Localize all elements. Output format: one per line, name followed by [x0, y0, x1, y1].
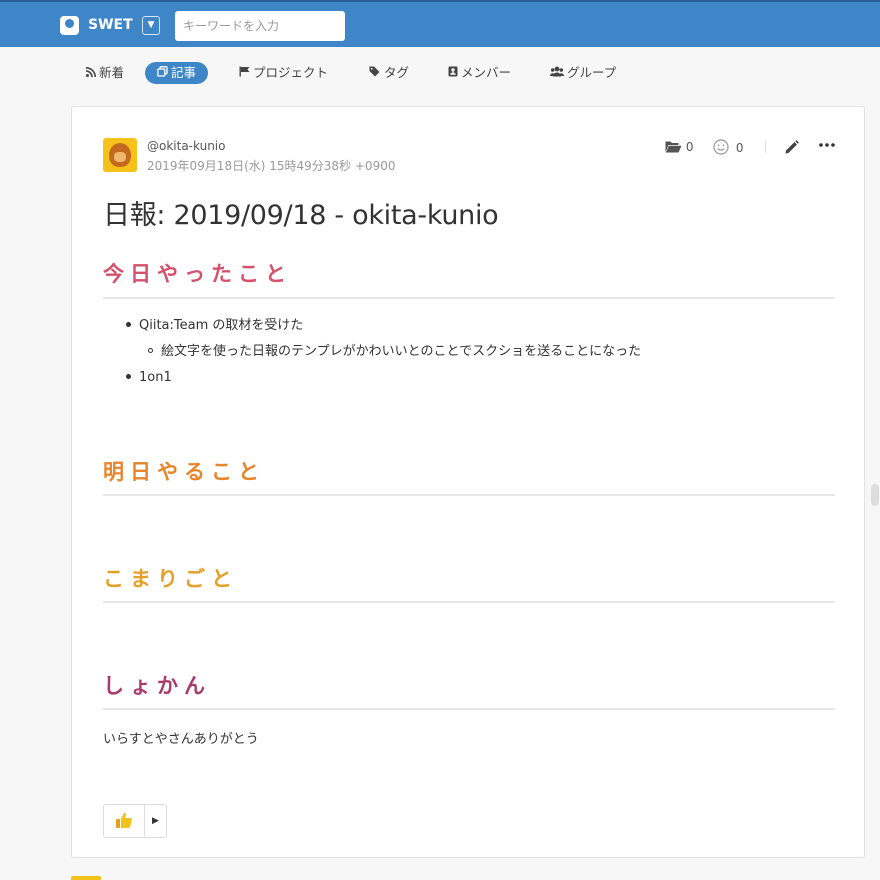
edit-button[interactable]	[784, 139, 800, 159]
post-date[interactable]: 2019年09月18日(水) 15時49分38秒 +0900	[147, 157, 395, 174]
main-nav: 新着 記事 プロジェクト タグ メンバー グループ	[0, 47, 880, 97]
team-dropdown-button[interactable]: ▼	[142, 16, 160, 35]
folder-count-button[interactable]: 0	[665, 139, 693, 155]
pencil-icon	[784, 140, 800, 158]
search-input[interactable]	[175, 11, 345, 41]
list-item: 1on1	[126, 365, 641, 391]
thumbs-up-icon	[114, 810, 134, 831]
copy-icon	[157, 63, 168, 85]
section-rule	[103, 297, 835, 299]
caret-down-icon: ▼	[147, 20, 155, 30]
address-book-icon	[448, 63, 458, 85]
section-heading-done: 今日やったこと	[103, 262, 292, 286]
nav-item-articles[interactable]: 記事	[145, 62, 209, 85]
like-button[interactable]	[104, 805, 144, 837]
impression-text: いらすとやさんありがとう	[103, 732, 259, 747]
users-icon	[550, 63, 564, 85]
section-heading-tomorrow: 明日やること	[103, 460, 265, 484]
actions-divider	[765, 141, 766, 153]
bear-avatar-icon	[109, 143, 131, 167]
nav-item-new[interactable]: 新着	[85, 62, 124, 85]
list-item: 絵文字を使った日報のテンプレがかわいいとのことでスクショを送ることになった	[148, 339, 641, 365]
done-list: Qiita:Team の取材を受けた 絵文字を使った日報のテンプレがかわいいとの…	[126, 313, 641, 391]
section-heading-impressions: しょかん	[103, 674, 211, 698]
avatar[interactable]	[103, 138, 137, 172]
reaction-more-button[interactable]: ▶	[145, 805, 166, 837]
like-button-group: ▶	[103, 804, 167, 838]
section-rule	[103, 601, 835, 603]
flag-icon	[239, 63, 250, 85]
article-title: 日報: 2019/09/18 - okita-kunio	[103, 200, 499, 231]
folder-icon	[665, 140, 686, 154]
author-name[interactable]: @okita-kunio	[147, 139, 225, 153]
nav-item-members[interactable]: メンバー	[448, 62, 511, 84]
top-bar: SWET ▼	[0, 0, 880, 47]
nav-item-projects[interactable]: プロジェクト	[239, 62, 328, 84]
section-heading-troubles: こまりごと	[103, 567, 238, 591]
more-menu-button[interactable]	[818, 137, 836, 157]
caret-right-icon: ▶	[152, 816, 159, 826]
list-item: Qiita:Team の取材を受けた	[126, 313, 641, 339]
tags-icon	[369, 63, 381, 85]
next-card-peek	[71, 876, 101, 880]
scrollbar-handle[interactable]	[871, 484, 879, 506]
smile-icon	[713, 139, 733, 155]
reaction-count-button[interactable]: 0	[713, 139, 743, 156]
article-card: @okita-kunio 2019年09月18日(水) 15時49分38秒 +0…	[71, 106, 865, 858]
section-rule	[103, 494, 835, 496]
team-logo-icon[interactable]	[60, 16, 79, 35]
nav-item-groups[interactable]: グループ	[550, 62, 616, 84]
team-name[interactable]: SWET	[88, 16, 133, 34]
rss-icon	[85, 63, 96, 85]
nav-item-tags[interactable]: タグ	[369, 62, 409, 84]
more-icon	[818, 142, 836, 156]
section-rule	[103, 708, 835, 710]
